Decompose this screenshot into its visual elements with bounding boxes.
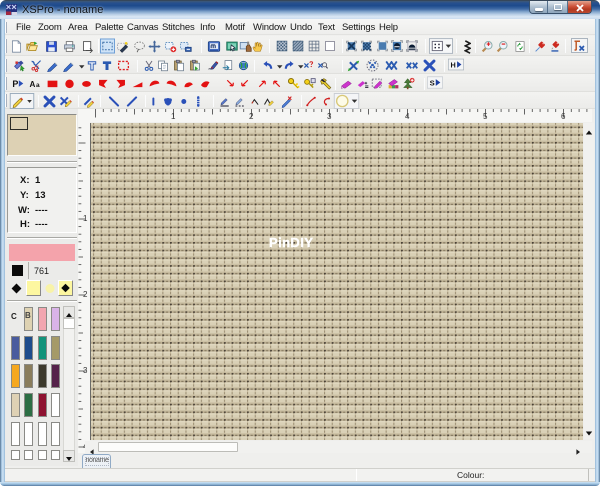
svg-text:P: P [12, 79, 18, 89]
svg-text:H: H [451, 60, 456, 69]
svg-text:A: A [30, 80, 36, 89]
svg-text:S: S [430, 79, 435, 88]
svg-text:a: a [36, 82, 40, 89]
